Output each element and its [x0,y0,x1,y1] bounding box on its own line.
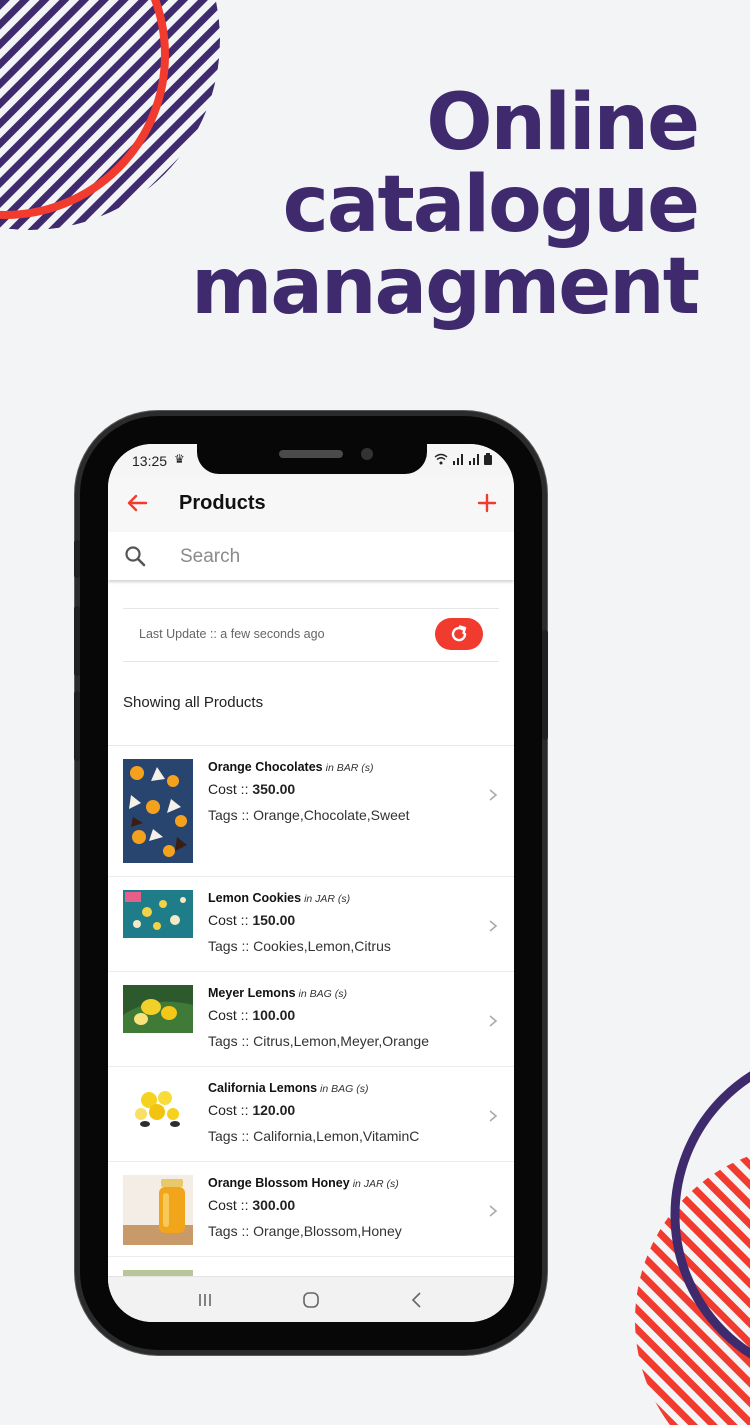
headline-line-1: Online [426,78,700,168]
decorative-striped-circle-bottom [635,1071,750,1425]
battery-icon [484,453,492,465]
product-unit: in JAR (s) [304,893,351,905]
side-button-lower [74,691,80,761]
product-unit: in BAR (s) [325,762,374,774]
phone-screen: 13:25 ♛ Products Search Last Update:: a… [108,444,514,1322]
speaker-grille [279,450,343,458]
cost-label: Cost :: [208,781,253,797]
product-unit: in JAR (s) [352,1178,399,1190]
product-tags: Tags :: Orange,Blossom,Honey [208,1223,402,1239]
headline-line-3: managment [191,242,700,332]
product-unit: in BAG (s) [298,988,347,1000]
front-camera [361,448,373,460]
page-title: Products [179,492,266,514]
chevron-right-icon [489,1110,498,1122]
cost-value: 350.00 [252,781,296,797]
app-bar: Products [108,476,514,532]
product-tags: Tags :: Cookies,Lemon,Citrus [208,938,391,954]
refresh-button[interactable] [435,618,483,650]
chevron-right-icon [489,789,498,801]
list-item[interactable]: Orange Blossom Honey in JAR (s) Cost :: 3… [108,1162,514,1257]
product-name: Orange Chocolates in BAR (s) [208,760,373,774]
chevron-right-icon [489,1015,498,1027]
product-image [123,985,193,1033]
product-cost: Cost :: 100.00 [208,1007,295,1023]
headline: Online catalogue managment [191,78,700,332]
plus-icon[interactable] [472,488,502,518]
cost-label: Cost :: [208,1007,253,1023]
phone-frame: 13:25 ♛ Products Search Last Update:: a… [74,416,548,1350]
product-name-text: Orange Chocolates [208,760,323,774]
list-item[interactable]: Orange Chocolates in BAR (s) Cost :: 350.… [108,746,514,877]
product-cost: Cost :: 350.00 [208,781,295,797]
headline-line-2: catalogue [282,160,700,250]
showing-label: Showing all Products [123,694,264,711]
home-icon[interactable] [300,1290,322,1310]
product-name-text: Lemon Cookies [208,891,302,905]
volume-button [74,606,80,676]
status-time: 13:25 [132,453,168,469]
product-tags: Tags :: Citrus,Lemon,Meyer,Orange [208,1033,429,1049]
chevron-right-icon [489,920,498,932]
product-unit: in BAG (s) [320,1083,369,1095]
cost-label: Cost :: [208,1102,253,1118]
product-name: Orange Blossom Honey in JAR (s) [208,1176,399,1190]
last-update-row: Last Update :: a few seconds ago [123,608,499,662]
product-tags: Tags :: Orange,Chocolate,Sweet [208,807,410,823]
product-cost: Cost :: 300.00 [208,1197,295,1213]
product-image [123,890,193,938]
product-cost: Cost :: 150.00 [208,912,295,928]
product-name-text: Orange Blossom Honey [208,1176,350,1190]
cost-value: 100.00 [252,1007,296,1023]
arrow-left-icon[interactable] [122,488,152,518]
product-image [123,1080,193,1134]
status-icons [434,453,492,468]
notification-icon: ♛ [174,452,185,466]
signal-icon-2 [468,454,479,465]
cost-value: 150.00 [252,912,296,928]
product-name-text: California Lemons [208,1081,318,1095]
signal-icon [452,454,463,465]
product-tags: Tags :: California,Lemon,VitaminC [208,1128,420,1144]
cost-value: 120.00 [252,1102,296,1118]
product-image [123,759,193,863]
chevron-right-icon [489,1205,498,1217]
search-bar [108,532,514,580]
search-icon [125,546,146,567]
wifi-icon [434,453,448,465]
cost-label: Cost :: [208,1197,253,1213]
cost-value: 300.00 [252,1197,296,1213]
refresh-icon [451,625,467,642]
product-name: Lemon Cookies in JAR (s) [208,891,350,905]
system-nav-bar [108,1276,514,1322]
product-name-text: Meyer Lemons [208,986,296,1000]
product-name: California Lemons in BAG (s) [208,1081,368,1095]
list-item[interactable]: California Lemons in BAG (s) Cost :: 120.… [108,1067,514,1162]
product-cost: Cost :: 120.00 [208,1102,295,1118]
search-input[interactable] [178,541,492,573]
list-item[interactable]: Meyer Lemons in BAG (s) Cost :: 100.00 Ta… [108,972,514,1067]
side-button-bixby [74,540,80,578]
product-name: Meyer Lemons in BAG (s) [208,986,347,1000]
camera-notch [197,444,427,474]
product-image [123,1175,193,1245]
power-button [542,630,548,740]
back-icon[interactable] [406,1290,428,1310]
recent-apps-icon[interactable] [194,1290,216,1310]
cost-label: Cost :: [208,912,253,928]
list-item[interactable]: Lemon Cookies in JAR (s) Cost :: 150.00 T… [108,877,514,972]
last-update-text: Last Update :: a few seconds ago [139,627,325,641]
product-list: Orange Chocolates in BAR (s) Cost :: 350.… [108,745,514,1300]
